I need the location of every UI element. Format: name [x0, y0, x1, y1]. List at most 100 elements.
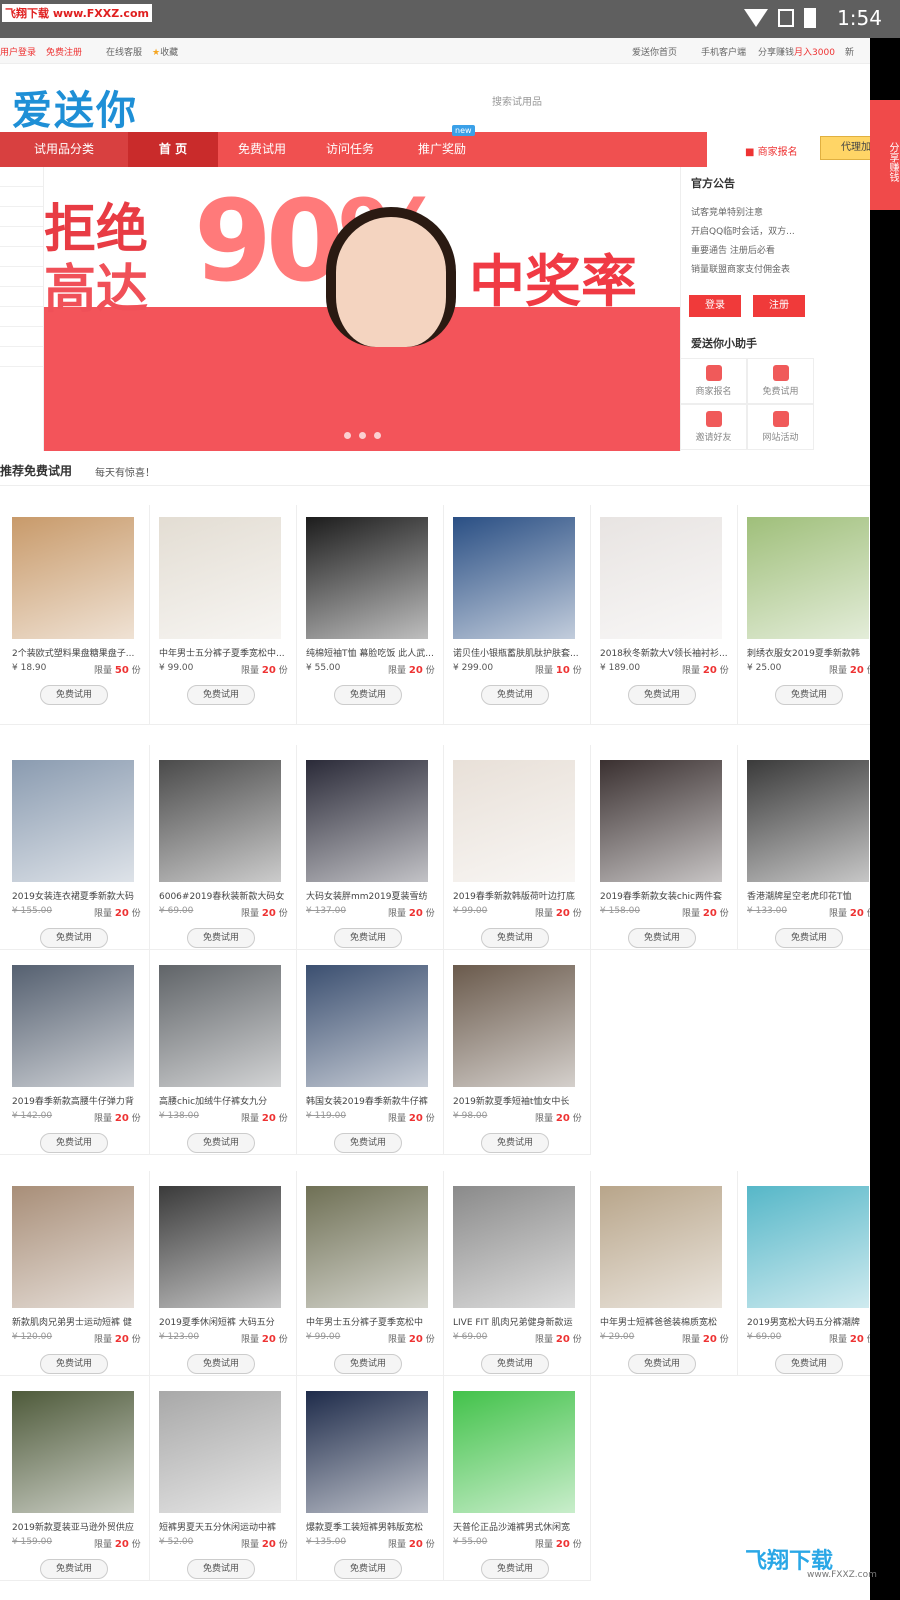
- free-trial-button[interactable]: 免费试用: [187, 928, 255, 948]
- product-card[interactable]: 2019男宽松大码五分裤潮牌 ¥ 69.00 限量 20 份免费试用: [735, 1171, 870, 1376]
- merchant-signup-link[interactable]: ■ 商家报名: [745, 143, 798, 158]
- free-trial-button[interactable]: 免费试用: [187, 1354, 255, 1374]
- favorite-link[interactable]: ★收藏: [152, 45, 178, 58]
- agent-button[interactable]: 代理加: [820, 136, 870, 160]
- product-title[interactable]: 2019夏季休闲短裤 大码五分: [159, 1315, 289, 1328]
- free-trial-button[interactable]: 免费试用: [775, 928, 843, 948]
- notice-item[interactable]: 销量联盟商家支付佣金表: [691, 262, 809, 275]
- product-title[interactable]: 2019男宽松大码五分裤潮牌: [747, 1315, 870, 1328]
- product-card[interactable]: 香港潮牌星空老虎印花T恤 ¥ 133.00 限量 20 份免费试用: [735, 745, 870, 950]
- login-link[interactable]: 用户登录: [0, 45, 36, 58]
- product-title[interactable]: 2019春季新款高腰牛仔弹力背: [12, 1094, 142, 1107]
- free-trial-button[interactable]: 免费试用: [334, 1559, 402, 1579]
- nav-category[interactable]: 试用品分类: [0, 132, 128, 167]
- free-trial-button[interactable]: 免费试用: [628, 928, 696, 948]
- product-card[interactable]: 2019春季新款高腰牛仔弹力背 ¥ 142.00 限量 20 份免费试用: [0, 950, 150, 1155]
- product-card[interactable]: 大码女装胖mm2019夏装雪纺 ¥ 137.00 限量 20 份免费试用: [294, 745, 444, 950]
- product-image[interactable]: [600, 517, 722, 639]
- site-logo[interactable]: 爱送你: [12, 78, 138, 136]
- product-title[interactable]: 诺贝佳小银瓶蓄肤肌肽护肤套...: [453, 646, 583, 659]
- product-title[interactable]: 大码女装胖mm2019夏装雪纺: [306, 889, 436, 902]
- product-card[interactable]: 2019新款夏装亚马逊外贸供应 ¥ 159.00 限量 20 份免费试用: [0, 1376, 150, 1581]
- product-card[interactable]: 诺贝佳小银瓶蓄肤肌肽护肤套... ¥ 299.00 限量 10 份免费试用: [441, 505, 591, 725]
- product-title[interactable]: 中年男士短裤爸爸装棉质宽松: [600, 1315, 730, 1328]
- free-trial-button[interactable]: 免费试用: [628, 1354, 696, 1374]
- product-image[interactable]: [12, 1391, 134, 1513]
- product-image[interactable]: [159, 1186, 281, 1308]
- product-card[interactable]: 中年男士短裤爸爸装棉质宽松 ¥ 29.00 限量 20 份免费试用: [588, 1171, 738, 1376]
- product-image[interactable]: [159, 1391, 281, 1513]
- free-trial-button[interactable]: 免费试用: [334, 1354, 402, 1374]
- product-title[interactable]: 2018秋冬新款大V领长袖衬衫...: [600, 646, 730, 659]
- free-trial-button[interactable]: 免费试用: [481, 928, 549, 948]
- free-trial-button[interactable]: 免费试用: [334, 928, 402, 948]
- product-card[interactable]: 纯棉短袖T恤 幕脸吃饭 此人武... ¥ 55.00 限量 20 份免费试用: [294, 505, 444, 725]
- product-image[interactable]: [600, 1186, 722, 1308]
- register-link[interactable]: 免费注册: [46, 45, 82, 58]
- product-image[interactable]: [12, 517, 134, 639]
- free-trial-button[interactable]: 免费试用: [481, 1133, 549, 1153]
- product-card[interactable]: 2019春季新款韩版荷叶边打底 ¥ 99.00 限量 20 份免费试用: [441, 745, 591, 950]
- free-trial-button[interactable]: 免费试用: [775, 685, 843, 705]
- product-image[interactable]: [159, 760, 281, 882]
- login-button[interactable]: 登录: [689, 295, 741, 317]
- product-card[interactable]: 2018秋冬新款大V领长袖衬衫... ¥ 189.00 限量 20 份免费试用: [588, 505, 738, 725]
- helper-free-trial[interactable]: 免费试用: [747, 358, 814, 404]
- product-image[interactable]: [453, 760, 575, 882]
- free-trial-button[interactable]: 免费试用: [334, 1133, 402, 1153]
- free-trial-button[interactable]: 免费试用: [334, 685, 402, 705]
- product-title[interactable]: 香港潮牌星空老虎印花T恤: [747, 889, 870, 902]
- free-trial-button[interactable]: 免费试用: [775, 1354, 843, 1374]
- product-title[interactable]: 短裤男夏天五分休闲运动中裤: [159, 1520, 289, 1533]
- helper-merchant[interactable]: 商家报名: [680, 358, 747, 404]
- free-trial-button[interactable]: 免费试用: [40, 1559, 108, 1579]
- carousel-dots[interactable]: [344, 432, 381, 439]
- nav-visit-task[interactable]: 访问任务: [306, 132, 394, 167]
- product-card[interactable]: 2019春季新款女装chic两件套 ¥ 158.00 限量 20 份免费试用: [588, 745, 738, 950]
- product-card[interactable]: 韩国女装2019春季新款牛仔裤 ¥ 119.00 限量 20 份免费试用: [294, 950, 444, 1155]
- product-image[interactable]: [453, 1391, 575, 1513]
- nav-promo-reward[interactable]: 推广奖励: [394, 132, 490, 167]
- product-title[interactable]: 2个装欧式塑料果盘糖果盘子...: [12, 646, 142, 659]
- product-image[interactable]: [12, 760, 134, 882]
- promo-banner[interactable]: 90% 拒绝 高达 中奖率: [44, 167, 680, 451]
- product-image[interactable]: [747, 517, 869, 639]
- product-card[interactable]: 天普伦正品沙滩裤男式休闲宽 ¥ 55.00 限量 20 份免费试用: [441, 1376, 591, 1581]
- free-trial-button[interactable]: 免费试用: [40, 1354, 108, 1374]
- product-image[interactable]: [306, 760, 428, 882]
- product-image[interactable]: [747, 1186, 869, 1308]
- product-card[interactable]: LIVE FIT 肌肉兄弟健身新款运 ¥ 69.00 限量 20 份免费试用: [441, 1171, 591, 1376]
- product-title[interactable]: 中年男士五分裤子夏季宽松中: [306, 1315, 436, 1328]
- more-link[interactable]: 新: [845, 45, 854, 58]
- product-image[interactable]: [453, 1186, 575, 1308]
- product-card[interactable]: 2个装欧式塑料果盘糖果盘子... ¥ 18.90 限量 50 份免费试用: [0, 505, 150, 725]
- product-title[interactable]: 2019春季新款女装chic两件套: [600, 889, 730, 902]
- helper-activity[interactable]: 网站活动: [747, 404, 814, 450]
- product-title[interactable]: 韩国女装2019春季新款牛仔裤: [306, 1094, 436, 1107]
- free-trial-button[interactable]: 免费试用: [481, 1354, 549, 1374]
- nav-free-trial[interactable]: 免费试用: [218, 132, 306, 167]
- notice-item[interactable]: 重要通告 注册后必看: [691, 243, 809, 256]
- product-image[interactable]: [306, 1186, 428, 1308]
- product-card[interactable]: 刺绣衣服女2019夏季新款韩 ¥ 25.00 限量 20 份免费试用: [735, 505, 870, 725]
- free-trial-button[interactable]: 免费试用: [187, 1559, 255, 1579]
- share-earn-tab[interactable]: 分享赚钱: [870, 100, 900, 210]
- product-image[interactable]: [600, 760, 722, 882]
- product-title[interactable]: 纯棉短袖T恤 幕脸吃饭 此人武...: [306, 646, 436, 659]
- free-trial-button[interactable]: 免费试用: [187, 685, 255, 705]
- product-title[interactable]: LIVE FIT 肌肉兄弟健身新款运: [453, 1315, 583, 1328]
- free-trial-button[interactable]: 免费试用: [187, 1133, 255, 1153]
- product-title[interactable]: 刺绣衣服女2019夏季新款韩: [747, 646, 870, 659]
- product-image[interactable]: [12, 965, 134, 1087]
- site-home-link[interactable]: 爱送你首页: [632, 45, 677, 58]
- free-trial-button[interactable]: 免费试用: [40, 928, 108, 948]
- product-card[interactable]: 新款肌肉兄弟男士运动短裤 健 ¥ 120.00 限量 20 份免费试用: [0, 1171, 150, 1376]
- nav-home[interactable]: 首 页: [128, 132, 218, 167]
- product-title[interactable]: 2019春季新款韩版荷叶边打底: [453, 889, 583, 902]
- product-image[interactable]: [159, 965, 281, 1087]
- product-card[interactable]: 高腰chic加绒牛仔裤女九分 ¥ 138.00 限量 20 份免费试用: [147, 950, 297, 1155]
- product-title[interactable]: 2019女装连衣裙夏季新款大码: [12, 889, 142, 902]
- free-trial-button[interactable]: 免费试用: [40, 1133, 108, 1153]
- product-card[interactable]: 2019女装连衣裙夏季新款大码 ¥ 155.00 限量 20 份免费试用: [0, 745, 150, 950]
- product-card[interactable]: 中年男士五分裤子夏季宽松中... ¥ 99.00 限量 20 份免费试用: [147, 505, 297, 725]
